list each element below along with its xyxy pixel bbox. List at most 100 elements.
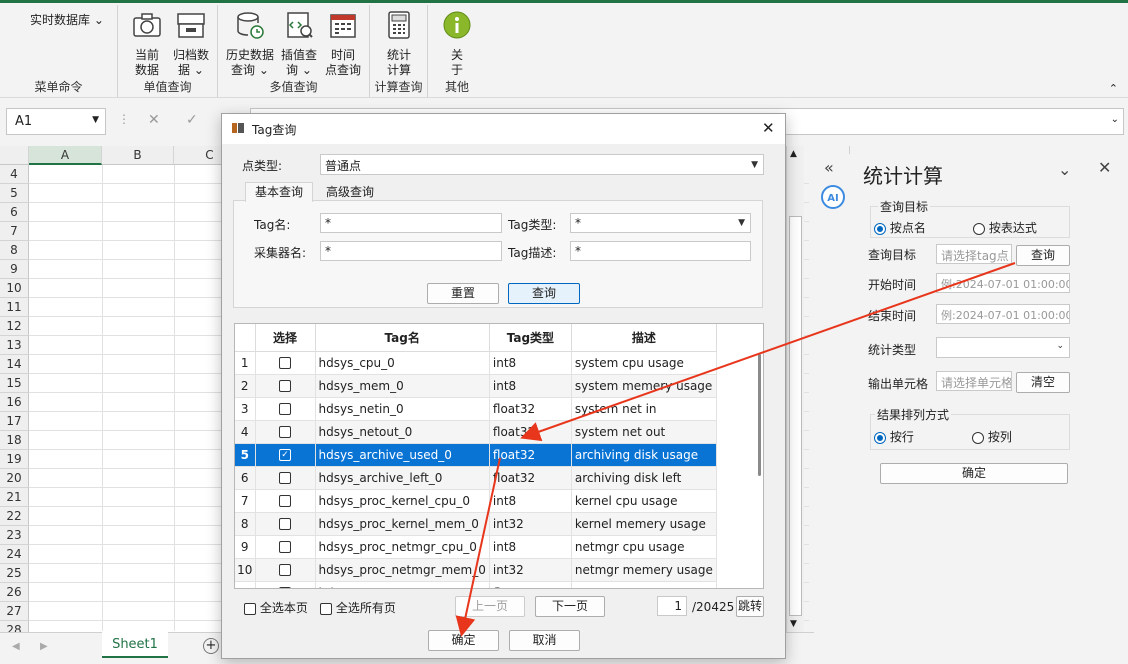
about-button[interactable]: 关 于 (434, 9, 480, 78)
tag-type-select[interactable]: * ▼ (570, 213, 751, 233)
tab-basic-query[interactable]: 基本查询 (245, 182, 313, 202)
row-select-checkbox[interactable] (255, 397, 316, 421)
tab-advanced-query[interactable]: 高级查询 (315, 183, 385, 202)
page-input[interactable]: 1 (657, 596, 687, 616)
column-header-b[interactable]: B (102, 146, 174, 165)
checkbox-icon[interactable] (279, 587, 291, 588)
row-header[interactable]: 19 (0, 450, 29, 469)
checkbox-icon[interactable] (279, 541, 291, 553)
row-header[interactable]: 4 (0, 165, 29, 184)
row-select-checkbox[interactable] (255, 581, 316, 588)
cancel-edit-icon[interactable]: ✕ (148, 112, 160, 128)
scroll-down-icon[interactable]: ▼ (790, 619, 797, 629)
table-row[interactable]: 3 hdsys_netin_0 float32 system net in (235, 397, 717, 421)
table-row[interactable]: 4 hdsys_netout_0 float32 system net out (235, 420, 717, 444)
jump-button[interactable]: 跳转 (736, 596, 764, 617)
table-row[interactable]: 10 hdsys_proc_netmgr_mem_0 int32 netmgr mem… (235, 558, 717, 582)
row-header[interactable]: 15 (0, 374, 29, 393)
select-page-checkbox[interactable]: 全选本页 (244, 599, 308, 616)
tag-name-header[interactable]: Tag名 (315, 324, 490, 352)
select-all-pages-checkbox[interactable]: 全选所有页 (320, 599, 396, 616)
interp-query-button[interactable]: 插值查 询 ⌄ (276, 9, 322, 78)
current-data-button[interactable]: 当前 数据 (124, 9, 170, 78)
checkbox-icon[interactable] (279, 403, 291, 415)
row-header[interactable]: 9 (0, 260, 29, 279)
reset-button[interactable]: 重置 (427, 283, 499, 304)
history-query-button[interactable]: 历史数据 查询 ⌄ (226, 9, 274, 78)
name-box[interactable]: A1 ▼ (6, 108, 106, 135)
row-header[interactable]: 20 (0, 469, 29, 488)
next-sheet-icon[interactable]: ▶ (40, 641, 48, 652)
checkbox-icon[interactable] (279, 380, 291, 392)
stat-type-select[interactable]: ⌄ (936, 337, 1070, 358)
row-header[interactable]: 7 (0, 222, 29, 241)
checkbox-icon[interactable] (279, 357, 291, 369)
row-header[interactable]: 16 (0, 393, 29, 412)
row-header[interactable]: 10 (0, 279, 29, 298)
end-time-input[interactable]: 例:2024-07-01 01:00:00 (936, 304, 1070, 324)
table-scroll-thumb[interactable] (758, 354, 761, 476)
prev-sheet-icon[interactable]: ◀ (12, 641, 20, 652)
checkbox-icon[interactable] (279, 495, 291, 507)
add-sheet-icon[interactable]: + (203, 638, 219, 654)
next-page-button[interactable]: 下一页 (535, 596, 605, 617)
row-header[interactable]: 14 (0, 355, 29, 374)
row-select-checkbox[interactable] (255, 374, 316, 398)
row-select-checkbox[interactable] (255, 558, 316, 582)
row-select-checkbox[interactable] (255, 420, 316, 444)
row-header[interactable]: 11 (0, 298, 29, 317)
row-select-checkbox[interactable] (255, 535, 316, 559)
row-header[interactable]: 27 (0, 602, 29, 621)
table-row[interactable]: 6 hdsys_archive_left_0 float32 archiving di… (235, 466, 717, 490)
by-row-radio[interactable]: 按行 (874, 428, 914, 445)
confirm-edit-icon[interactable]: ✓ (186, 112, 198, 128)
collapse-ribbon-icon[interactable]: ⌃ (1109, 82, 1118, 95)
select-all-corner[interactable] (0, 146, 29, 165)
archive-data-button[interactable]: 归档数 据 ⌄ (168, 9, 214, 78)
by-col-radio[interactable]: 按列 (972, 428, 1012, 445)
row-header[interactable]: 8 (0, 241, 29, 260)
row-header[interactable]: 24 (0, 545, 29, 564)
panel-ok-button[interactable]: 确定 (880, 463, 1068, 484)
row-header[interactable]: 6 (0, 203, 29, 222)
row-header[interactable]: 12 (0, 317, 29, 336)
ai-icon[interactable]: AI (820, 184, 846, 210)
row-header[interactable]: 18 (0, 431, 29, 450)
row-select-checkbox[interactable] (255, 466, 316, 490)
row-header[interactable]: 13 (0, 336, 29, 355)
table-row[interactable]: 7 hdsys_proc_kernel_cpu_0 int8 kernel cpu u… (235, 489, 717, 513)
scroll-up-icon[interactable]: ▲ (790, 149, 797, 159)
row-header[interactable]: 26 (0, 583, 29, 602)
row-header[interactable]: 25 (0, 564, 29, 583)
row-header[interactable]: 5 (0, 184, 29, 203)
by-point-radio[interactable]: 按点名 (874, 219, 926, 236)
sheet-vertical-scrollbar[interactable]: ▲ ▼ (786, 146, 804, 634)
panel-options-icon[interactable]: ⌄ (1058, 160, 1071, 179)
sheet-tab-sheet1[interactable]: Sheet1 (102, 632, 168, 658)
target-input[interactable]: 请选择tag点 (936, 244, 1012, 264)
by-expr-radio[interactable]: 按表达式 (973, 219, 1037, 236)
query-button[interactable]: 查询 (508, 283, 580, 304)
table-row[interactable]: 1 hdsys_cpu_0 int8 system cpu usage (235, 351, 717, 375)
checkbox-icon[interactable] (279, 426, 291, 438)
timepoint-query-button[interactable]: 时间 点查询 (320, 9, 366, 78)
prev-page-button[interactable]: 上一页 (455, 596, 525, 617)
point-type-select[interactable]: 普通点 ▼ (320, 154, 764, 175)
dialog-ok-button[interactable]: 确定 (428, 630, 499, 651)
stats-calc-button[interactable]: 统计 计算 (376, 9, 422, 78)
table-row[interactable]: 8 hdsys_proc_kernel_mem_0 int32 kernel meme… (235, 512, 717, 536)
scroll-thumb[interactable] (789, 216, 802, 616)
row-select-checkbox[interactable] (255, 512, 316, 536)
collector-input[interactable]: * (320, 241, 502, 261)
row-select-checkbox[interactable] (255, 489, 316, 513)
checkbox-icon[interactable] (279, 564, 291, 576)
clear-button[interactable]: 清空 (1016, 372, 1070, 393)
table-row[interactable]: 2 hdsys_mem_0 int8 system memery usage (235, 374, 717, 398)
row-select-checkbox[interactable]: ✓ (255, 443, 316, 467)
checkbox-icon[interactable] (279, 472, 291, 484)
dialog-close-icon[interactable]: ✕ (762, 119, 775, 137)
start-time-input[interactable]: 例:2024-07-01 01:00:00 (936, 273, 1070, 293)
column-header-a[interactable]: A (29, 146, 102, 165)
collapse-panel-icon[interactable]: « (824, 158, 834, 177)
target-query-button[interactable]: 查询 (1016, 245, 1070, 266)
